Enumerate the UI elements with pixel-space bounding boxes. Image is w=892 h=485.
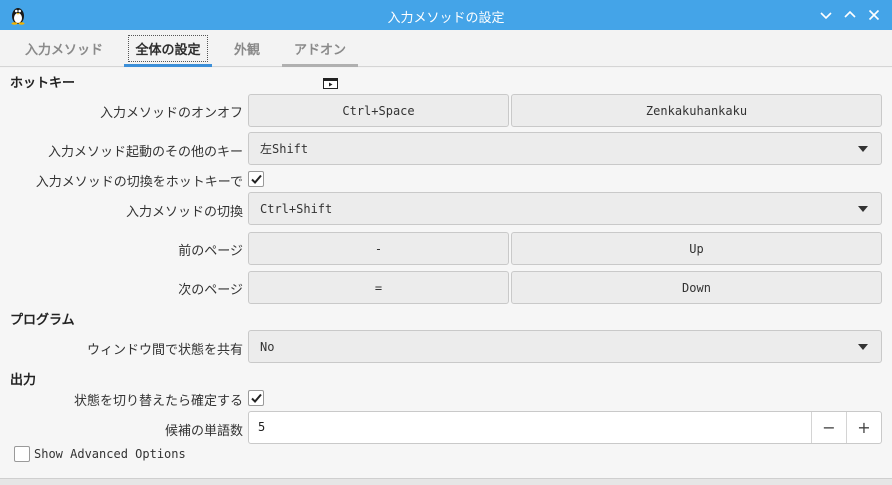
tab-bar: 入力メソッド 全体の設定 外観 アドオン	[0, 30, 892, 67]
candidate-count-label: 候補の単語数	[164, 424, 243, 439]
window-bottom-edge	[0, 478, 892, 485]
tab-label: 全体の設定	[128, 35, 208, 62]
candidate-count-spinbox[interactable]: 5 − +	[248, 411, 882, 444]
share-state-label: ウィンドウ間で状態を共有	[86, 343, 243, 358]
decrement-button[interactable]: −	[811, 412, 846, 443]
other-keys-select[interactable]: 左Shift	[248, 132, 882, 165]
window-title: 入力メソッドの設定	[387, 11, 505, 26]
section-output: 出力	[10, 373, 37, 388]
tab-input-methods[interactable]: 入力メソッド	[14, 30, 114, 67]
other-keys-label: 入力メソッド起動のその他のキー	[47, 145, 243, 160]
share-state-select[interactable]: No	[248, 330, 882, 363]
commit-on-switch-label: 状態を切り替えたら確定する	[73, 394, 243, 409]
section-hotkey: ホットキー	[10, 76, 76, 91]
switch-im-label: 入力メソッドの切換	[125, 205, 243, 220]
tab-global-config[interactable]: 全体の設定	[124, 30, 212, 67]
toggle-hotkey-1-button[interactable]: Ctrl+Space	[248, 94, 509, 127]
tab-active-indicator	[124, 64, 212, 67]
tab-scroll-indicator	[282, 64, 358, 67]
preview-icon	[323, 78, 338, 89]
settings-panel: ホットキー 入力メソッドのオンオフ Ctrl+Space Zenkakuhank…	[0, 68, 892, 478]
share-state-value: No	[260, 339, 275, 354]
chevron-up-icon[interactable]	[840, 5, 860, 25]
prev-page-label: 前のページ	[178, 244, 243, 259]
enum-hotkey-label: 入力メソッドの切換をホットキーで	[35, 175, 243, 190]
caret-down-icon	[858, 146, 868, 152]
title-bar: 入力メソッドの設定	[0, 0, 892, 30]
tab-addons[interactable]: アドオン	[282, 30, 358, 67]
commit-on-switch-checkbox[interactable]	[248, 390, 264, 406]
increment-button[interactable]: +	[846, 412, 881, 443]
candidate-count-value[interactable]: 5	[258, 420, 265, 434]
next-page-key-1-button[interactable]: =	[248, 271, 509, 304]
enum-hotkey-checkbox[interactable]	[248, 171, 264, 187]
other-keys-value: 左Shift	[260, 142, 309, 156]
toggle-hotkey-2-button[interactable]: Zenkakuhankaku	[511, 94, 882, 127]
show-advanced-checkbox[interactable]	[14, 446, 30, 462]
switch-im-value: Ctrl+Shift	[260, 201, 333, 216]
prev-page-key-1-button[interactable]: -	[248, 232, 509, 265]
show-advanced-label: Show Advanced Options	[34, 447, 186, 461]
next-page-key-2-button[interactable]: Down	[511, 271, 882, 304]
tab-appearance[interactable]: 外観	[222, 30, 272, 67]
next-page-label: 次のページ	[178, 283, 243, 298]
tab-label: 外観	[233, 43, 260, 58]
chevron-down-icon[interactable]	[816, 5, 836, 25]
caret-down-icon	[858, 206, 868, 212]
close-icon[interactable]	[864, 5, 884, 25]
show-advanced-toggle[interactable]: Show Advanced Options	[14, 446, 186, 462]
tab-label: 入力メソッド	[24, 43, 103, 58]
switch-im-select[interactable]: Ctrl+Shift	[248, 192, 882, 225]
toggle-hotkey-label: 入力メソッドのオンオフ	[99, 106, 243, 121]
section-program: プログラム	[10, 313, 75, 328]
caret-down-icon	[858, 344, 868, 350]
prev-page-key-2-button[interactable]: Up	[511, 232, 882, 265]
tab-label: アドオン	[293, 43, 346, 58]
